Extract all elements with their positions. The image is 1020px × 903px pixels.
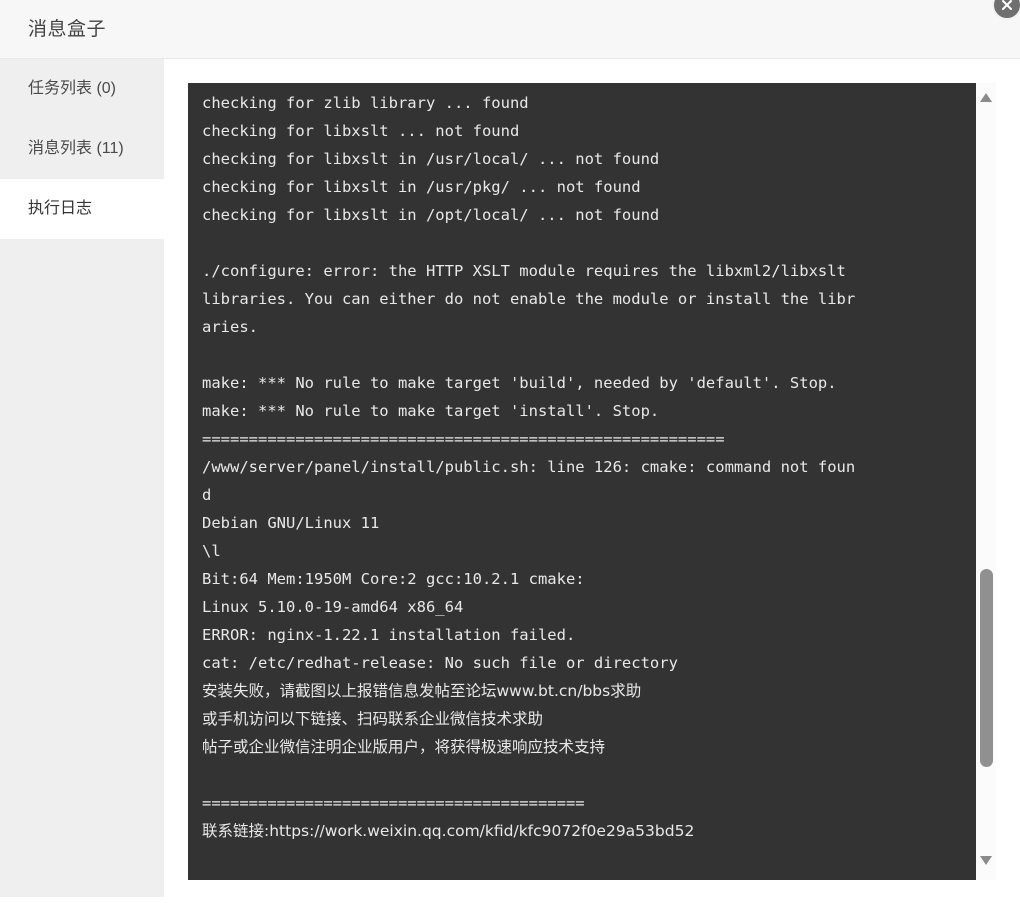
terminal-line: ERROR: nginx-1.22.1 installation failed.: [202, 626, 576, 644]
execution-log-panel: checking for zlib library ... found check…: [188, 83, 996, 880]
scrollbar-thumb[interactable]: [980, 569, 993, 767]
terminal-line: 联系链接:https://work.weixin.qq.com/kfid/kfc…: [202, 822, 695, 840]
terminal-line: ========================================…: [202, 873, 964, 880]
sidebar-item-label: 消息列表 (11): [28, 140, 124, 157]
terminal-line: checking for zlib library ... found: [202, 94, 529, 112]
sidebar-item-execution-log[interactable]: 执行日志: [0, 179, 164, 239]
sidebar-item-label: 执行日志: [28, 200, 93, 217]
page-title: 消息盒子: [28, 19, 107, 40]
chevron-down-icon: [980, 856, 992, 865]
terminal-line: checking for libxslt ... not found: [202, 122, 520, 140]
terminal-line: Debian GNU/Linux 11: [202, 514, 380, 532]
sidebar-item-message-list[interactable]: 消息列表 (11): [0, 119, 164, 179]
terminal-line: Linux 5.10.0-19-amd64 x86_64: [202, 598, 464, 616]
terminal-line: checking for libxslt in /opt/local/ ... …: [202, 206, 660, 224]
window-header: 消息盒子: [0, 0, 1020, 59]
sidebar-item-task-list[interactable]: 任务列表 (0): [0, 59, 164, 119]
sidebar: 任务列表 (0) 消息列表 (11) 执行日志: [0, 59, 164, 897]
terminal-line: 或手机访问以下链接、扫码联系企业微信技术求助: [202, 710, 544, 728]
terminal-line: \l: [202, 542, 221, 560]
terminal-line: checking for libxslt in /usr/pkg/ ... no…: [202, 178, 641, 196]
terminal-line: ========================================…: [202, 794, 585, 812]
terminal-line: 帖子或企业微信注明企业版用户，将获得极速响应技术支持: [202, 738, 606, 756]
terminal-output[interactable]: checking for zlib library ... found check…: [188, 83, 976, 880]
terminal-line: libraries. You can either do not enable …: [202, 290, 856, 308]
message-box-window: 消息盒子 任务列表 (0) 消息列表 (11) 执行日志 checking fo…: [0, 0, 1020, 903]
scrollbar-down-arrow[interactable]: [980, 856, 992, 868]
terminal-line: /www/server/panel/install/public.sh: lin…: [202, 458, 856, 476]
chevron-up-icon: [980, 93, 992, 102]
terminal-line: ========================================…: [202, 430, 725, 448]
terminal-scrollbar[interactable]: [976, 83, 996, 880]
terminal-line: make: *** No rule to make target 'instal…: [202, 402, 660, 420]
terminal-line: make: *** No rule to make target 'build'…: [202, 374, 837, 392]
sidebar-item-label: 任务列表 (0): [28, 80, 117, 97]
terminal-line: checking for libxslt in /usr/local/ ... …: [202, 150, 660, 168]
terminal-line: Bit:64 Mem:1950M Core:2 gcc:10.2.1 cmake…: [202, 570, 585, 588]
terminal-line: ./configure: error: the HTTP XSLT module…: [202, 262, 846, 280]
terminal-line: d: [202, 486, 212, 504]
scrollbar-up-arrow[interactable]: [980, 93, 992, 105]
terminal-line: 安装失败，请截图以上报错信息发帖至论坛www.bt.cn/bbs求助: [202, 682, 642, 700]
terminal-line: aries.: [202, 318, 258, 336]
sidebar-filler: [0, 239, 164, 839]
terminal-line: cat: /etc/redhat-release: No such file o…: [202, 654, 678, 672]
terminal-lines: checking for zlib library ... found check…: [202, 89, 964, 880]
